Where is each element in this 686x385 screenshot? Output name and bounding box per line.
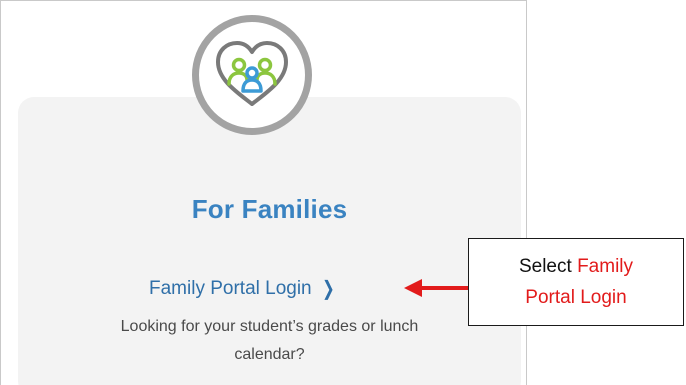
families-badge — [192, 15, 312, 135]
callout-highlight-1: Family — [577, 256, 634, 277]
callout-prefix: Select — [518, 256, 572, 277]
description-line-2: calendar? — [234, 346, 305, 363]
chevron-right-icon: ❯ — [321, 278, 335, 300]
card-description: Looking for your student’s grades or lun… — [18, 313, 521, 369]
families-panel: For Families Family Portal Login ❯ Looki… — [0, 0, 527, 385]
family-portal-login-label: Family Portal Login — [149, 278, 312, 299]
family-heart-icon — [216, 41, 288, 106]
card-title: For Families — [191, 194, 348, 224]
description-line-1: Looking for your student’s grades or lun… — [120, 318, 419, 335]
family-portal-login-link[interactable]: Family Portal Login ❯ — [149, 278, 336, 300]
callout-line-1: Select Family — [519, 251, 633, 282]
callout-highlight-2: Portal Login — [525, 287, 627, 308]
annotation-arrow-icon — [404, 279, 468, 297]
instruction-callout: Select Family Portal Login — [468, 238, 684, 326]
